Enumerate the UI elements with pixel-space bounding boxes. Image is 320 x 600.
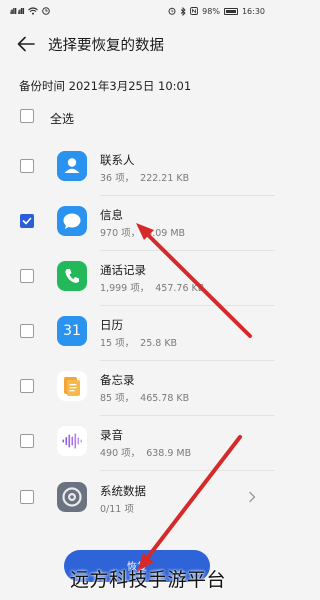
item-checkbox[interactable] (20, 324, 34, 338)
wifi-icon (27, 7, 38, 15)
backup-time-label: 备份时间 2021年3月25日 10:01 (19, 79, 192, 93)
item-checkbox[interactable] (20, 490, 34, 504)
notes-icon (57, 371, 87, 401)
item-checkbox[interactable] (20, 269, 34, 283)
watermark-text: 远方科技手游平台 (70, 569, 227, 591)
status-left: ᵢıll ᵢıll (10, 7, 50, 16)
item-checkbox-checked[interactable] (20, 214, 34, 228)
divider (100, 415, 275, 416)
settings-icon (57, 482, 87, 512)
item-name: 备忘录 (100, 373, 135, 387)
status-bar: ᵢıll ᵢıll 98% 16:30 (0, 0, 275, 22)
signal-icon: ᵢıll ᵢıll (10, 6, 25, 16)
status-right: 98% 16:30 (168, 6, 265, 16)
item-meta: 36 项， 222.21 KB (100, 173, 190, 184)
calendar-day: 31 (63, 323, 81, 339)
checkmark-icon (22, 217, 32, 225)
item-name: 信息 (100, 208, 123, 222)
bluetooth-icon (180, 6, 186, 16)
status-time: 16:30 (241, 6, 265, 16)
item-meta: 85 项， 465.78 KB (100, 393, 190, 404)
calendar-icon: 31 (57, 316, 87, 346)
chevron-right-icon[interactable] (248, 491, 256, 503)
phone-icon (57, 261, 87, 291)
item-checkbox[interactable] (20, 434, 34, 448)
item-meta: 0/11 项 (100, 504, 134, 515)
contacts-icon (57, 151, 87, 181)
nfc-icon (190, 7, 199, 15)
divider (100, 305, 275, 306)
divider (100, 195, 275, 196)
item-name: 日历 (100, 318, 123, 332)
clock-icon (41, 7, 50, 15)
item-meta: 1,999 项， 457.76 KB (100, 283, 205, 294)
item-name: 系统数据 (100, 484, 146, 498)
select-all-label: 全选 (50, 112, 75, 126)
divider (100, 250, 275, 251)
header: 选择要恢复的数据 (0, 24, 275, 64)
item-name: 联系人 (100, 153, 135, 167)
page-title: 选择要恢复的数据 (48, 37, 164, 54)
item-checkbox[interactable] (20, 159, 34, 173)
item-meta: 490 项， 638.9 MB (100, 448, 192, 459)
item-meta: 970 项， 3.09 MB (100, 228, 186, 239)
select-all-checkbox[interactable] (20, 109, 34, 123)
item-name: 录音 (100, 428, 123, 442)
divider (100, 360, 275, 361)
battery-icon (223, 7, 238, 15)
item-name: 通话记录 (100, 263, 146, 277)
recorder-icon (57, 426, 87, 456)
item-meta: 15 项， 25.8 KB (100, 338, 178, 349)
messages-icon (57, 206, 87, 236)
item-checkbox[interactable] (20, 379, 34, 393)
battery-percent: 98% (202, 6, 220, 16)
divider (100, 470, 275, 471)
arrow-left-icon[interactable] (16, 34, 36, 54)
alarm-icon (168, 7, 176, 15)
